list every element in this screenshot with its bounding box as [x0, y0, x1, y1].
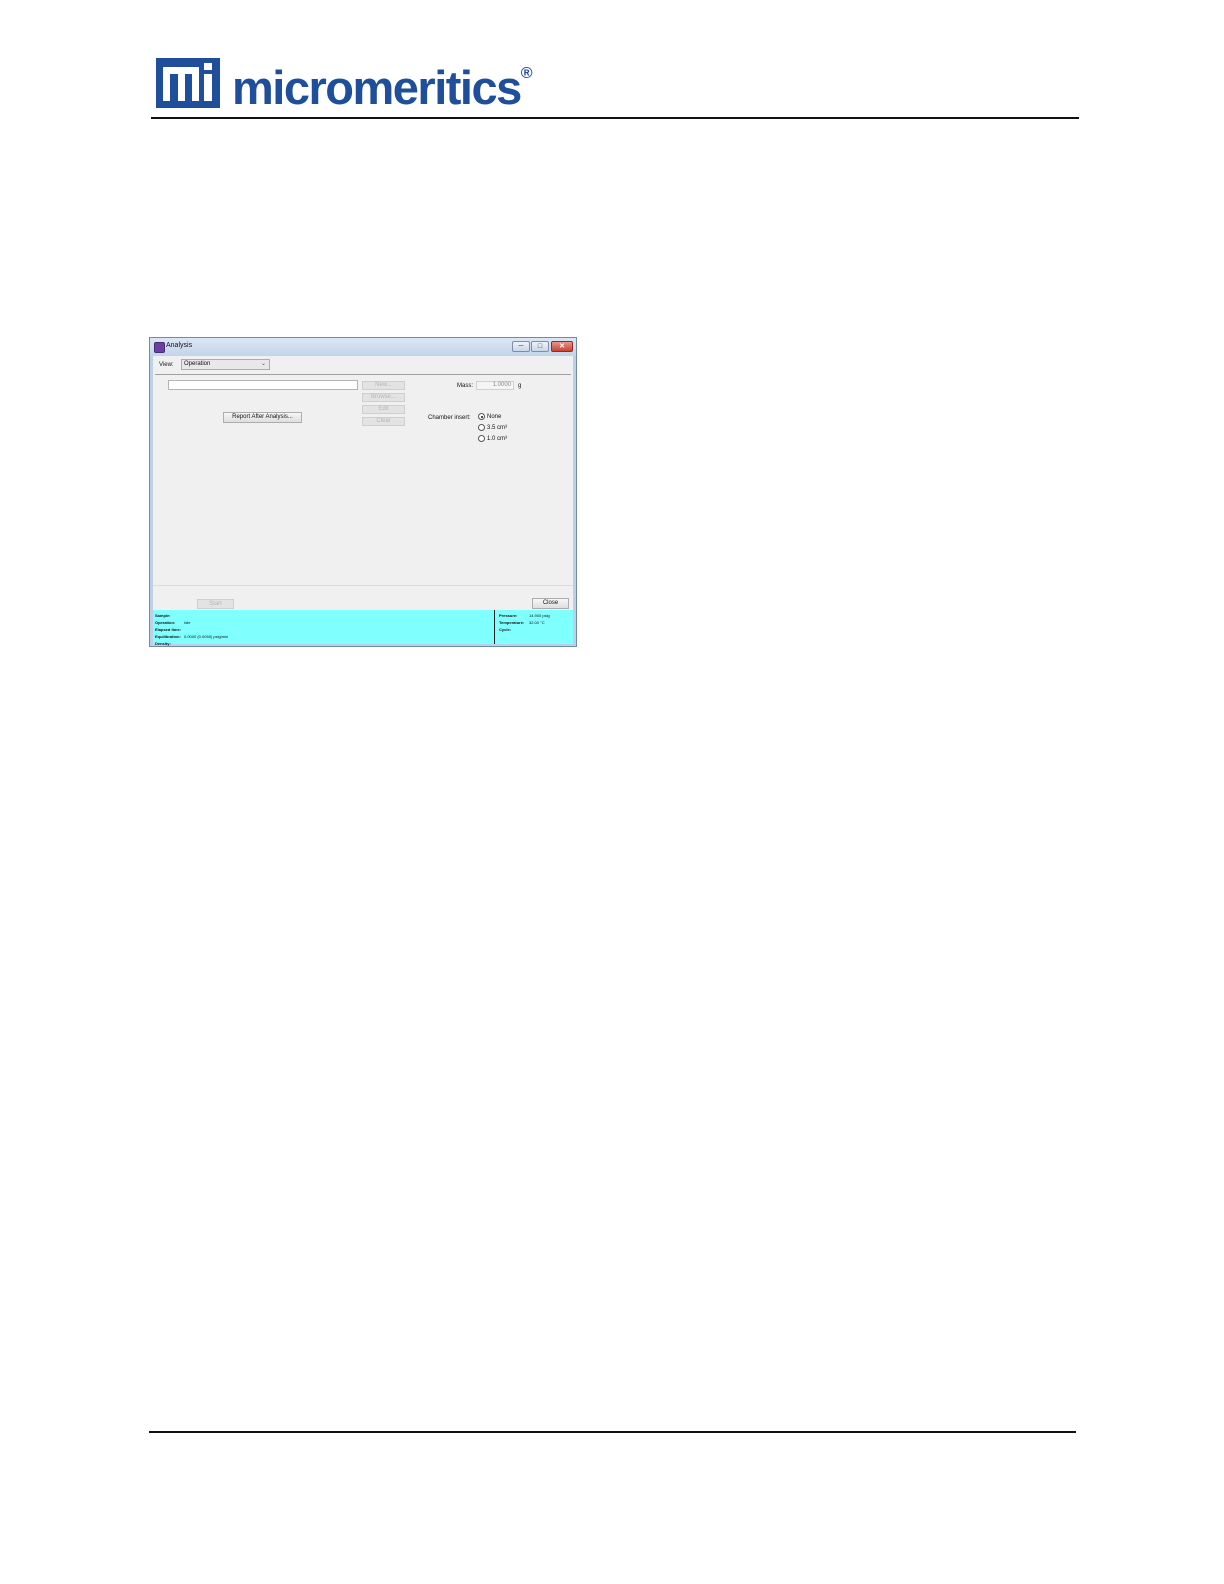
- window-footer: Start Close: [153, 585, 573, 610]
- close-window-button[interactable]: ✕: [551, 341, 573, 352]
- chamber-insert-label: Chamber insert:: [428, 415, 471, 421]
- status-row: Density:: [155, 641, 171, 646]
- maximize-button[interactable]: □: [531, 341, 549, 352]
- chamber-option-3-5[interactable]: 3.5 cm³: [478, 424, 507, 431]
- status-row: Operation: Idle: [155, 620, 191, 625]
- radio-icon[interactable]: [478, 435, 485, 442]
- radio-checked-icon[interactable]: [478, 413, 485, 420]
- new-button[interactable]: New...: [362, 381, 405, 390]
- chamber-option-none[interactable]: None: [478, 413, 501, 420]
- mass-label: Mass:: [457, 383, 474, 389]
- close-button[interactable]: Close: [532, 598, 569, 609]
- status-row: Sample:: [155, 613, 171, 618]
- view-select[interactable]: Operation ⌄: [181, 359, 270, 370]
- toolbar-divider: [155, 374, 571, 375]
- status-row: Equilibration: 0.0000 (0.0050) psig/min: [155, 634, 229, 639]
- status-row: Elapsed time:: [155, 627, 182, 632]
- edit-button[interactable]: Edit: [362, 405, 405, 414]
- micromeritics-logo: micromeritics®: [156, 56, 533, 114]
- view-label: View:: [159, 362, 174, 368]
- status-left: Sample: Operation: Idle Elapsed time: Equ…: [155, 612, 493, 647]
- status-panel: Sample: Operation: Idle Elapsed time: Equ…: [153, 610, 573, 647]
- window-titlebar[interactable]: Analysis ─ □ ✕: [150, 338, 576, 356]
- analysis-window: Analysis ─ □ ✕ View: Operation ⌄ New... …: [149, 337, 577, 647]
- clear-button[interactable]: Clear: [362, 417, 405, 426]
- header-rule: [151, 117, 1079, 119]
- status-right: Pressure: 14.900 psig Temperature: 32.00 °…: [499, 612, 573, 633]
- sample-file-field[interactable]: [168, 380, 358, 390]
- view-select-value: Operation: [184, 361, 211, 367]
- footer-rule: [149, 1431, 1076, 1433]
- status-row: Pressure: 14.900 psig: [499, 613, 550, 618]
- browse-button[interactable]: Browse...: [362, 393, 405, 402]
- status-row: Temperature: 32.00 °C: [499, 620, 545, 625]
- mass-input[interactable]: 1.0000: [476, 381, 514, 390]
- logo-mark-icon: [156, 58, 220, 108]
- start-button[interactable]: Start: [197, 599, 234, 609]
- window-title: Analysis: [166, 342, 193, 349]
- minimize-button[interactable]: ─: [512, 341, 530, 352]
- radio-icon[interactable]: [478, 424, 485, 431]
- status-row: Cycle:: [499, 627, 512, 632]
- report-after-analysis-button[interactable]: Report After Analysis...: [223, 412, 302, 423]
- window-client: View: Operation ⌄ New... Browse... Edit …: [153, 356, 573, 647]
- logo-wordmark: micromeritics®: [232, 61, 533, 114]
- mass-unit: g: [518, 383, 522, 389]
- chamber-option-1-0[interactable]: 1.0 cm³: [478, 435, 507, 442]
- app-icon: [154, 342, 165, 353]
- status-divider: [494, 610, 495, 644]
- chevron-down-icon: ⌄: [260, 361, 266, 367]
